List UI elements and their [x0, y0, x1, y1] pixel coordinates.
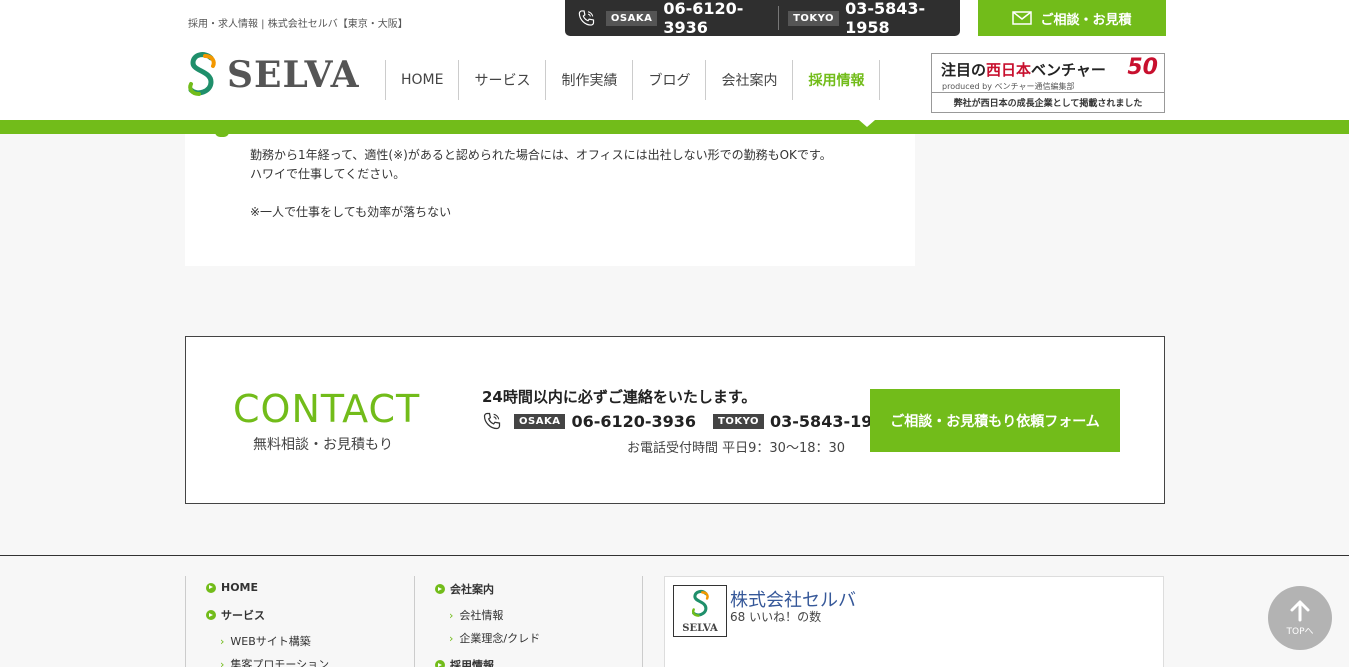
chevron-right-icon: › [449, 608, 454, 622]
banner-title-prefix: 注目の [941, 61, 987, 79]
tokyo-tag: TOKYO [788, 10, 840, 26]
facebook-likes: 68 いいね！の数 [730, 610, 822, 624]
circle-arrow-icon [435, 584, 445, 594]
facebook-widget: SELVA 株式会社セルバ 68 いいね！の数 [664, 576, 1164, 667]
footer-link-service-label: サービス [221, 609, 265, 622]
nav-service[interactable]: サービス [458, 60, 545, 100]
nav-recruit[interactable]: 採用情報 [792, 60, 881, 100]
site-header: 採用・求人情報 | 株式会社セルバ【東京・大阪】 OSAKA 06-6120-3… [0, 0, 1349, 120]
footer-link-info-label: 会社情報 [459, 609, 504, 622]
content-card: 勤務から1年経って、適性(※)があると認められた場合には、オフィスには出社しない… [185, 134, 915, 266]
selva-logo-icon [692, 589, 709, 617]
contact-phones: OSAKA 06-6120-3936 TOKYO 03-5843-1958 [482, 411, 912, 431]
contact-subtitle: 無料相談・お見積もり [253, 437, 393, 453]
selva-logo-icon [188, 52, 216, 96]
footer-link-philosophy[interactable]: › 企業理念/クレド [449, 630, 540, 646]
active-nav-indicator [859, 120, 875, 127]
footer-link-promo[interactable]: › 集客プロモーション [220, 656, 329, 667]
chevron-right-icon: › [220, 634, 225, 648]
phone-icon [578, 10, 595, 26]
nav-home[interactable]: HOME [385, 60, 458, 100]
site-logo[interactable]: SELVA [185, 52, 360, 98]
footer-link-recruit-label: 採用情報 [450, 659, 494, 667]
banner-title-red: 西日本 [986, 61, 1032, 79]
mail-icon [1012, 11, 1033, 25]
contact-osaka-tag: OSAKA [514, 413, 566, 429]
circle-arrow-icon [206, 582, 216, 593]
nav-company[interactable]: 会社案内 [705, 60, 792, 100]
venture-banner[interactable]: 注目の西日本ベンチャー 50 produced by ベンチャー通信編集部 弊社… [931, 53, 1165, 113]
chevron-right-icon: › [449, 631, 454, 645]
banner-number: 50 [1127, 55, 1158, 80]
banner-produced: produced by ベンチャー通信編集部 [942, 82, 1075, 91]
facebook-avatar[interactable]: SELVA [673, 585, 727, 637]
card-line-2: ハワイで仕事してください。 [250, 167, 406, 181]
green-divider-bar [0, 120, 1349, 134]
main-nav: HOME サービス 制作実績 ブログ 会社案内 採用情報 [385, 60, 881, 100]
card-note: ※一人で仕事をしても効率が落ちない [250, 205, 452, 219]
chevron-right-icon: › [220, 657, 225, 667]
consult-button[interactable]: ご相談・お見積 [978, 0, 1166, 36]
circle-arrow-icon [206, 610, 216, 620]
card-line-1: 勤務から1年経って、適性(※)があると認められた場合には、オフィスには出社しない… [250, 148, 832, 162]
footer-column-2: 会社案内 › 会社情報 › 企業理念/クレド 採用情報 [414, 576, 643, 667]
banner-title-suffix: ベンチャー [1031, 61, 1106, 79]
card-marker [215, 132, 229, 137]
banner-title: 注目の西日本ベンチャー [941, 59, 1106, 80]
footer-link-home-label: HOME [221, 581, 259, 594]
footer-link-home[interactable]: HOME [206, 581, 258, 594]
card-text: 勤務から1年経って、適性(※)があると認められた場合には、オフィスには出社しない… [250, 146, 832, 222]
contact-section: CONTACT 無料相談・お見積もり 24時間以内に必ずご連絡をいたします。 O… [185, 336, 1165, 504]
header-tagline: 採用・求人情報 | 株式会社セルバ【東京・大阪】 [188, 19, 408, 30]
site-footer: HOME サービス › WEBサイト構築 › 集客プロモーション 会社案内 › 会社情… [0, 555, 1349, 667]
contact-hours: お電話受付時間 平日9：30〜18：30 [627, 441, 846, 456]
contact-tokyo-tag: TOKYO [713, 413, 765, 429]
footer-link-web-label: WEBサイト構築 [230, 635, 311, 648]
contact-lead: 24時間以内に必ずご連絡をいたします。 [482, 388, 757, 406]
back-to-top-label: TOPへ [1286, 627, 1314, 637]
banner-caption: 弊社が西日本の成長企業として掲載されました [932, 92, 1164, 112]
footer-column-1: HOME サービス › WEBサイト構築 › 集客プロモーション [185, 576, 414, 667]
logo-text: SELVA [227, 54, 360, 96]
nav-works[interactable]: 制作実績 [545, 60, 632, 100]
tokyo-phone[interactable]: 03-5843-1958 [845, 0, 952, 37]
consult-button-label: ご相談・お見積 [1040, 12, 1132, 28]
footer-link-promo-label: 集客プロモーション [230, 658, 330, 667]
back-to-top-button[interactable]: TOPへ [1268, 586, 1332, 650]
phone-divider [778, 6, 780, 30]
footer-link-philosophy-label: 企業理念/クレド [459, 632, 541, 645]
osaka-tag: OSAKA [605, 10, 658, 26]
footer-link-recruit[interactable]: 採用情報 [435, 657, 494, 667]
avatar-text: SELVA [682, 623, 718, 634]
header-phone-box: OSAKA 06-6120-3936 TOKYO 03-5843-1958 [565, 0, 960, 37]
footer-link-company-label: 会社案内 [450, 583, 494, 596]
footer-link-service[interactable]: サービス [206, 607, 265, 623]
nav-blog[interactable]: ブログ [632, 60, 705, 100]
contact-form-button[interactable]: ご相談・お見積もり依頼フォーム [870, 389, 1120, 452]
footer-link-web[interactable]: › WEBサイト構築 [220, 633, 311, 649]
osaka-phone[interactable]: 06-6120-3936 [663, 0, 770, 37]
contact-title: CONTACT [233, 387, 421, 431]
arrow-up-icon [1290, 600, 1310, 622]
footer-link-info[interactable]: › 会社情報 [449, 607, 503, 623]
phone-icon [483, 412, 501, 430]
contact-osaka-phone[interactable]: 06-6120-3936 [571, 412, 696, 431]
circle-arrow-icon [435, 660, 445, 667]
footer-link-company[interactable]: 会社案内 [435, 581, 494, 597]
